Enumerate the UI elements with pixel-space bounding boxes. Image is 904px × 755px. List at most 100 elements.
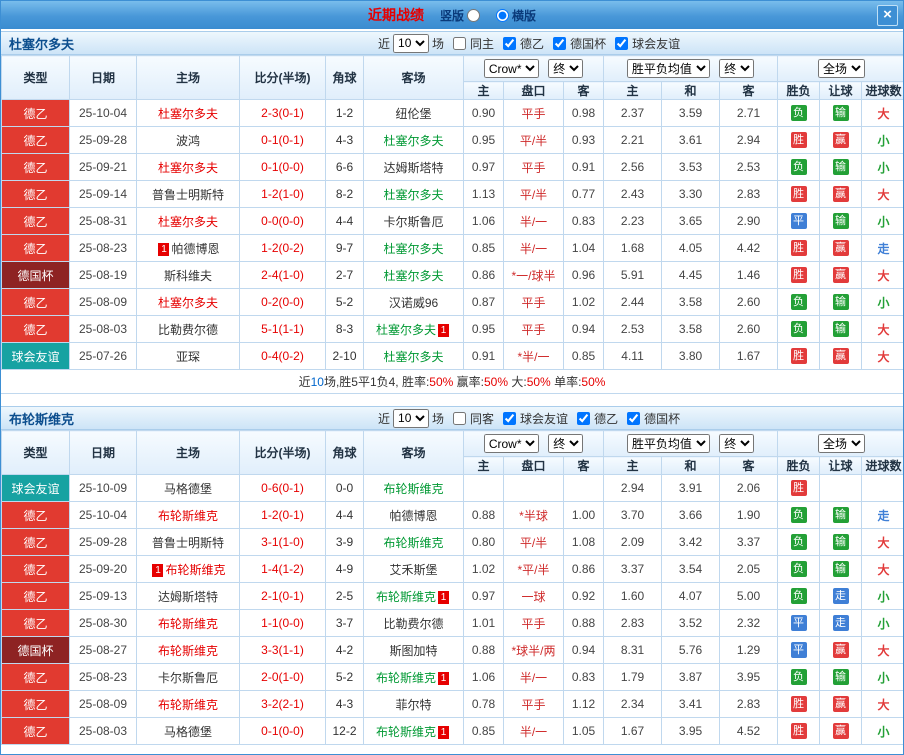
handicap-result-cell: 赢 — [820, 235, 862, 262]
subcol-goals: 进球数 — [862, 457, 904, 475]
handicap-result-cell: 赢 — [820, 262, 862, 289]
handicap-result-badge: 输 — [833, 507, 849, 523]
away-team[interactable]: 杜塞尔多夫 — [383, 269, 443, 283]
away-team[interactable]: 杜塞尔多夫 — [383, 134, 443, 148]
avg-final-select[interactable]: 终 — [719, 59, 754, 78]
match-score: 0-0(0-0) — [240, 208, 326, 235]
away-team[interactable]: 杜塞尔多夫 — [383, 188, 443, 202]
corner-score: 12-2 — [326, 718, 364, 745]
avg-select[interactable]: 胜平负均值 — [627, 59, 710, 78]
league-checkbox-1[interactable] — [577, 412, 590, 425]
odds-company-select[interactable]: Crow* — [484, 434, 539, 453]
odds-company-select[interactable]: Crow* — [484, 59, 539, 78]
scope-select[interactable]: 全场 — [818, 59, 865, 78]
league-checkbox-0[interactable] — [503, 37, 516, 50]
handicap-result-cell: 赢 — [820, 127, 862, 154]
away-team[interactable]: 卡尔斯鲁厄 — [383, 215, 443, 229]
home-team[interactable]: 布轮斯维克 — [158, 617, 218, 631]
result-badge: 负 — [791, 159, 807, 175]
home-team[interactable]: 杜塞尔多夫 — [158, 107, 218, 121]
league-checkbox-1[interactable] — [553, 37, 566, 50]
result-badge: 平 — [791, 615, 807, 631]
match-date: 25-08-31 — [70, 208, 137, 235]
away-team-cell: 汉诺威96 — [364, 289, 464, 316]
handicap-odds-away: 0.94 — [564, 637, 604, 664]
home-team[interactable]: 卡尔斯鲁厄 — [158, 671, 218, 685]
scope-select[interactable]: 全场 — [818, 434, 865, 453]
handicap-odds-away: 0.96 — [564, 262, 604, 289]
away-team[interactable]: 比勒费尔德 — [383, 617, 443, 631]
home-team[interactable]: 布轮斯维克 — [158, 644, 218, 658]
match-type-badge: 德乙 — [2, 718, 70, 745]
home-team[interactable]: 杜塞尔多夫 — [158, 296, 218, 310]
match-type-badge: 德乙 — [2, 529, 70, 556]
corner-score: 4-3 — [326, 127, 364, 154]
home-team[interactable]: 布轮斯维克 — [165, 563, 225, 577]
result-badge: 胜 — [791, 267, 807, 283]
home-team-cell: 斯科维夫 — [137, 262, 240, 289]
away-team[interactable]: 斯图加特 — [389, 644, 437, 658]
away-team[interactable]: 布轮斯维克 — [376, 725, 436, 739]
away-team[interactable]: 汉诺威96 — [389, 296, 438, 310]
match-type-badge: 德乙 — [2, 583, 70, 610]
home-team[interactable]: 马格德堡 — [164, 725, 212, 739]
handicap-odds-home: 0.85 — [464, 718, 504, 745]
league-checkbox-2[interactable] — [627, 412, 640, 425]
avg-final-select[interactable]: 终 — [719, 434, 754, 453]
recent-count-select[interactable]: 10 — [393, 409, 429, 428]
home-team[interactable]: 比勒费尔德 — [158, 323, 218, 337]
home-team[interactable]: 马格德堡 — [164, 482, 212, 496]
avg-odds-draw: 3.65 — [662, 208, 720, 235]
handicap-odds-home: 0.78 — [464, 691, 504, 718]
away-team[interactable]: 纽伦堡 — [395, 107, 431, 121]
recent-count-select[interactable]: 10 — [393, 34, 429, 53]
home-team-cell: 1帕德博恩 — [137, 235, 240, 262]
home-team[interactable]: 亚琛 — [176, 350, 200, 364]
goals-result: 小 — [862, 127, 904, 154]
home-team[interactable]: 杜塞尔多夫 — [158, 161, 218, 175]
avg-select[interactable]: 胜平负均值 — [627, 434, 710, 453]
landscape-radio[interactable] — [496, 9, 509, 22]
result-cell: 负 — [778, 529, 820, 556]
away-team[interactable]: 布轮斯维克 — [376, 671, 436, 685]
match-date: 25-08-27 — [70, 637, 137, 664]
home-team[interactable]: 斯科维夫 — [164, 269, 212, 283]
close-button[interactable]: × — [877, 5, 898, 26]
away-team[interactable]: 菲尔特 — [395, 698, 431, 712]
away-team-cell: 杜塞尔多夫 — [364, 343, 464, 370]
home-team[interactable]: 达姆斯塔特 — [158, 590, 218, 604]
away-team[interactable]: 布轮斯维克 — [376, 590, 436, 604]
same-home-checkbox[interactable] — [453, 37, 466, 50]
home-team[interactable]: 波鸿 — [176, 134, 200, 148]
away-team[interactable]: 帕德博恩 — [389, 509, 437, 523]
odds-final-select[interactable]: 终 — [548, 59, 583, 78]
handicap-line: 一球 — [504, 583, 564, 610]
team-section-braunschweig: 布轮斯维克 近 10 场 同客 球会友谊 德乙 德国杯 — [1, 406, 903, 745]
handicap-odds-home — [464, 475, 504, 502]
odds-final-select[interactable]: 终 — [548, 434, 583, 453]
result-badge: 胜 — [791, 348, 807, 364]
league-checkbox-0[interactable] — [503, 412, 516, 425]
league-checkbox-2[interactable] — [615, 37, 628, 50]
subcol-avg-draw: 和 — [662, 457, 720, 475]
home-team[interactable]: 布轮斯维克 — [158, 698, 218, 712]
handicap-result-badge: 赢 — [833, 642, 849, 658]
away-team[interactable]: 杜塞尔多夫 — [376, 323, 436, 337]
result-cell: 负 — [778, 154, 820, 181]
handicap-result-cell — [820, 475, 862, 502]
away-team[interactable]: 杜塞尔多夫 — [383, 242, 443, 256]
home-team[interactable]: 帕德博恩 — [171, 242, 219, 256]
home-team[interactable]: 普鲁士明斯特 — [152, 536, 224, 550]
portrait-radio[interactable] — [467, 9, 480, 22]
handicap-result-cell: 输 — [820, 154, 862, 181]
same-away-checkbox[interactable] — [453, 412, 466, 425]
home-team[interactable]: 杜塞尔多夫 — [158, 215, 218, 229]
away-team[interactable]: 艾禾斯堡 — [389, 563, 437, 577]
home-team[interactable]: 布轮斯维克 — [158, 509, 218, 523]
away-team[interactable]: 达姆斯塔特 — [383, 161, 443, 175]
away-team[interactable]: 布轮斯维克 — [383, 482, 443, 496]
away-team[interactable]: 杜塞尔多夫 — [383, 350, 443, 364]
away-team[interactable]: 布轮斯维克 — [383, 536, 443, 550]
home-team[interactable]: 普鲁士明斯特 — [152, 188, 224, 202]
handicap-line: 半/一 — [504, 208, 564, 235]
